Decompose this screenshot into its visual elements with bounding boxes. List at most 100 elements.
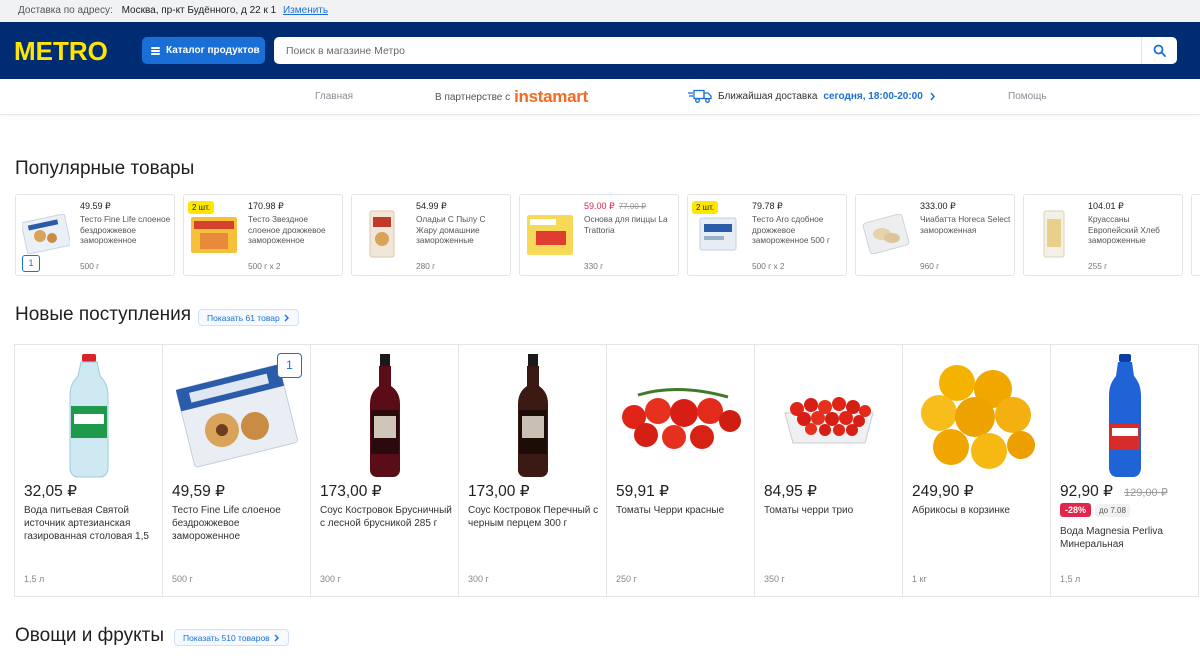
product-name: Томаты Черри красные bbox=[616, 505, 725, 516]
popular-title: Популярные товары bbox=[15, 158, 195, 179]
delivery-time: сегодня, 18:00-20:00 bbox=[823, 90, 923, 102]
product-image bbox=[358, 208, 406, 260]
change-address-link[interactable]: Изменить bbox=[283, 5, 328, 16]
product-name: Основа для пиццы La Trattoria bbox=[584, 214, 668, 235]
product-weight: 500 г x 2 bbox=[248, 261, 281, 271]
product-card[interactable]: 32,05 ₽ Вода питьевая Святой источник ар… bbox=[15, 345, 163, 596]
product-price: 49,59 ₽ bbox=[172, 483, 225, 500]
product-name: Оладьи С Пылу С Жару домашние замороженн… bbox=[416, 214, 486, 245]
product-name: Томаты черри трио bbox=[764, 505, 854, 516]
catalog-button[interactable]: Каталог продуктов bbox=[142, 37, 265, 64]
sale-price: 59.00 ₽ bbox=[584, 201, 615, 211]
product-weight: 255 г bbox=[1088, 261, 1108, 271]
product-price: 54.99 ₽ bbox=[416, 201, 447, 211]
popular-item-partial[interactable] bbox=[1191, 194, 1200, 276]
nav-home[interactable]: Главная bbox=[315, 91, 353, 102]
product-image bbox=[25, 351, 153, 481]
nav-help[interactable]: Помощь bbox=[1008, 91, 1047, 102]
instamart-logo: instamart bbox=[514, 87, 588, 106]
product-price: 32,05 ₽ bbox=[24, 483, 77, 500]
chevron-right-icon bbox=[930, 92, 935, 100]
product-image bbox=[1030, 208, 1078, 260]
multi-pack-badge: 2 шт. bbox=[188, 201, 215, 214]
product-image bbox=[526, 208, 574, 260]
popular-list: 49.59 ₽ Тесто Fine Life слоеное бездрожж… bbox=[15, 194, 1200, 276]
search-icon bbox=[1153, 44, 1166, 57]
product-card[interactable]: 92,90 ₽ 129,00 ₽ -28% до 7.08 Вода Magne… bbox=[1051, 345, 1199, 596]
search-input[interactable] bbox=[274, 37, 1134, 64]
address-label: Доставка по адресу: bbox=[18, 5, 113, 16]
popular-item[interactable]: 333.00 ₽ Чиабатта Horeca Select замороже… bbox=[855, 194, 1015, 276]
discount-until: до 7.08 bbox=[1095, 503, 1130, 517]
product-weight: 1,5 л bbox=[24, 574, 45, 584]
product-image bbox=[1061, 351, 1189, 481]
product-name: Тесто Aro сдобное дрожжевое замороженное… bbox=[752, 214, 830, 245]
search-button[interactable] bbox=[1141, 37, 1177, 64]
show-all-veg-button[interactable]: Показать 510 товаров bbox=[174, 629, 289, 646]
product-card[interactable]: 173,00 ₽ Соус Костровок Брусничный с лес… bbox=[311, 345, 459, 596]
product-price: 84,95 ₽ bbox=[764, 483, 817, 500]
old-price: 129,00 ₽ bbox=[1124, 487, 1168, 499]
partner-prefix: В партнерстве с bbox=[435, 91, 511, 103]
product-weight: 960 г bbox=[920, 261, 940, 271]
product-card[interactable]: 173,00 ₽ Соус Костровок Перечный с черны… bbox=[459, 345, 607, 596]
cart-qty-badge[interactable]: 1 bbox=[22, 255, 40, 272]
catalog-label: Каталог продуктов bbox=[166, 45, 260, 56]
show-all-label: Показать 510 товаров bbox=[183, 632, 270, 643]
product-card[interactable]: 249,90 ₽ Абрикосы в корзинке 1 кг bbox=[903, 345, 1051, 596]
product-weight: 300 г bbox=[320, 574, 341, 584]
popular-item[interactable]: 49.59 ₽ Тесто Fine Life слоеное бездрожж… bbox=[15, 194, 175, 276]
product-card[interactable]: 1 49,59 ₽ Тесто Fine Life слоеное бездро… bbox=[163, 345, 311, 596]
product-price: 79.78 ₽ bbox=[752, 201, 783, 211]
popular-item[interactable]: 54.99 ₽ Оладьи С Пылу С Жару домашние за… bbox=[351, 194, 511, 276]
product-name: Тесто Fine Life слоеное бездрожжевое зам… bbox=[80, 214, 171, 245]
product-name: Вода Magnesia Perliva Минеральная bbox=[1060, 526, 1163, 550]
product-price: 333.00 ₽ bbox=[920, 201, 956, 211]
product-name: Вода питьевая Святой источник артезианск… bbox=[24, 505, 149, 542]
popular-item[interactable]: 2 шт. 79.78 ₽ Тесто Aro сдобное дрожжево… bbox=[687, 194, 847, 276]
show-all-new-button[interactable]: Показать 61 товар bbox=[198, 309, 299, 326]
multi-pack-badge: 2 шт. bbox=[692, 201, 719, 214]
product-card[interactable]: 59,91 ₽ Томаты Черри красные 250 г bbox=[607, 345, 755, 596]
search-box bbox=[274, 37, 1177, 64]
veg-fruits-title: Овощи и фрукты bbox=[15, 625, 165, 646]
secondary-nav: Главная В партнерстве с instamart Ближай… bbox=[0, 79, 1200, 115]
popular-item[interactable]: 59.00 ₽77.00 ₽ Основа для пиццы La Tratt… bbox=[519, 194, 679, 276]
site-header: METRO Каталог продуктов bbox=[0, 22, 1200, 79]
delivery-label: Ближайшая доставка bbox=[718, 90, 818, 102]
product-image bbox=[862, 208, 910, 260]
nearest-delivery[interactable]: Ближайшая доставка сегодня, 18:00-20:00 bbox=[688, 89, 936, 103]
metro-logo[interactable]: METRO bbox=[14, 36, 108, 67]
product-price: 173,00 ₽ bbox=[320, 483, 382, 500]
partner-badge: В партнерстве с instamart bbox=[435, 87, 588, 107]
product-name: Чиабатта Horeca Select замороженная bbox=[920, 214, 1011, 235]
product-weight: 300 г bbox=[468, 574, 489, 584]
product-weight: 1,5 л bbox=[1060, 574, 1081, 584]
product-image bbox=[190, 208, 238, 260]
product-name: Абрикосы в корзинке bbox=[912, 505, 1010, 516]
popular-item[interactable]: 104.01 ₽ Круассаны Европейский Хлеб замо… bbox=[1023, 194, 1183, 276]
product-weight: 1 кг bbox=[912, 574, 927, 584]
popular-item[interactable]: 2 шт. 170.98 ₽ Тесто Звездное слоеное др… bbox=[183, 194, 343, 276]
product-image bbox=[765, 351, 893, 481]
cart-qty-badge[interactable]: 1 bbox=[277, 353, 302, 378]
product-price: 104.01 ₽ bbox=[1088, 201, 1124, 211]
new-arrivals-title: Новые поступления bbox=[15, 304, 191, 325]
product-price: 249,90 ₽ bbox=[912, 483, 974, 500]
product-weight: 250 г bbox=[616, 574, 637, 584]
product-weight: 350 г bbox=[764, 574, 785, 584]
show-all-label: Показать 61 товар bbox=[207, 312, 280, 323]
product-image bbox=[22, 208, 70, 260]
product-weight: 500 г x 2 bbox=[752, 261, 785, 271]
product-image bbox=[913, 351, 1041, 481]
product-image bbox=[694, 208, 742, 260]
product-price: 170.98 ₽ bbox=[248, 201, 284, 211]
menu-icon bbox=[151, 46, 160, 55]
truck-icon bbox=[688, 89, 712, 103]
delivery-address-bar: Доставка по адресу: Москва, пр-кт Будённ… bbox=[0, 0, 1200, 22]
product-price: 92,90 ₽ bbox=[1060, 483, 1113, 500]
product-card[interactable]: 84,95 ₽ Томаты черри трио 350 г bbox=[755, 345, 903, 596]
product-weight: 280 г bbox=[416, 261, 436, 271]
product-name: Круассаны Европейский Хлеб замороженные bbox=[1088, 214, 1160, 245]
chevron-right-icon bbox=[284, 314, 289, 321]
